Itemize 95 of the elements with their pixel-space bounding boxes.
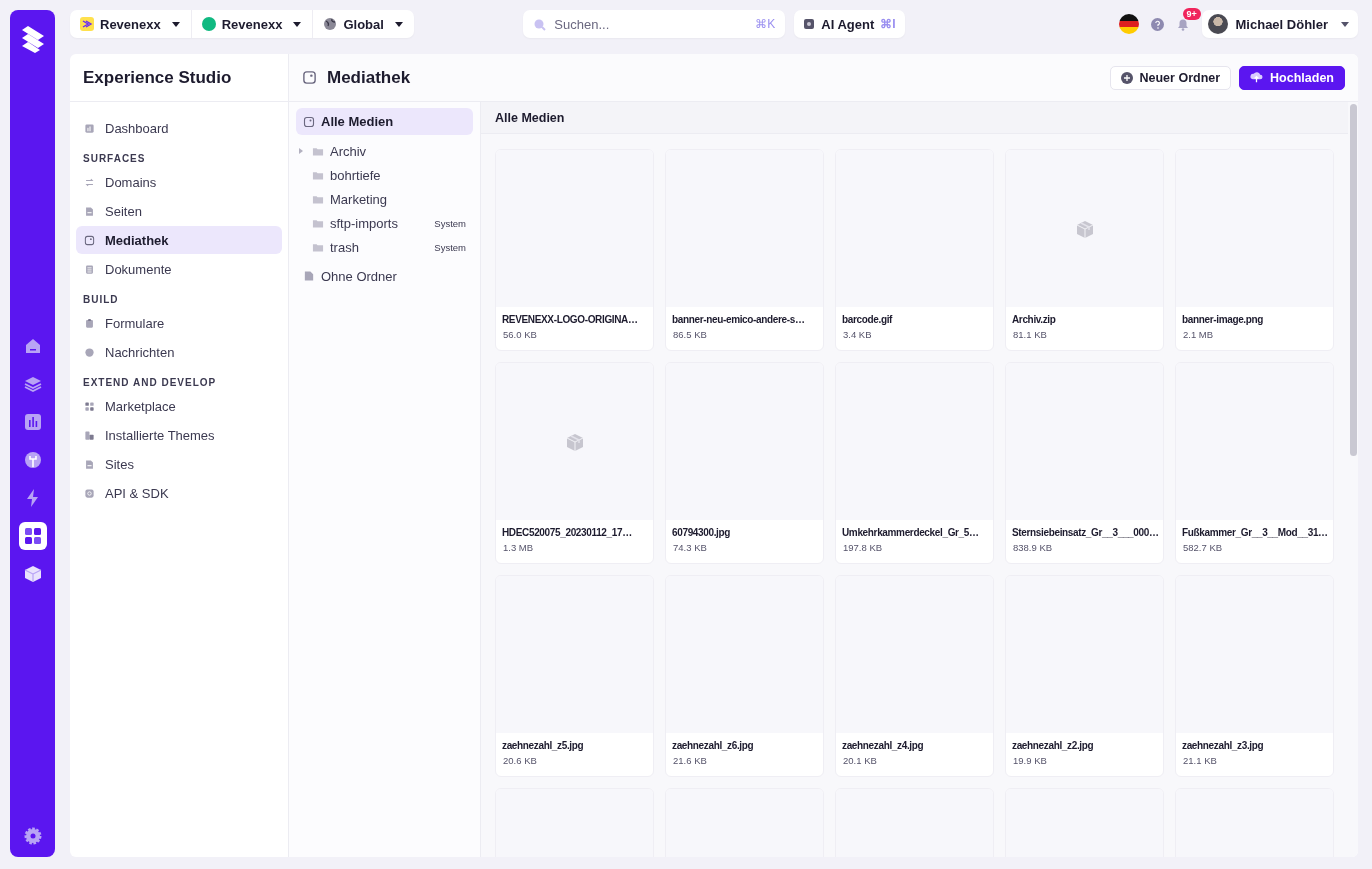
file-card[interactable]: Fußkammer_Gr__3__Mod__31… 582.7 KB (1175, 362, 1334, 564)
file-card[interactable]: REVENEXX-LOGO-ORIGINA… 56.0 KB (495, 149, 654, 351)
page-title: Mediathek (327, 67, 411, 88)
nav-item[interactable]: Nachrichten (76, 338, 282, 366)
plug-icon (22, 450, 43, 470)
search-field[interactable]: Suchen... ⌘K (523, 10, 786, 38)
image-icon (302, 70, 317, 85)
file-card[interactable]: Sternsiebeinsatz_Gr__3___000… 838.9 KB (1005, 362, 1164, 564)
file-card[interactable]: zaehnezahl_z3.jpg 21.1 KB (1175, 575, 1334, 777)
document-icon (84, 263, 95, 275)
api-icon (84, 487, 95, 499)
german-flag-icon[interactable] (1118, 14, 1139, 34)
nav-item[interactable]: API & SDK (76, 479, 282, 507)
folder-item[interactable]: sftp-imports System (296, 211, 473, 235)
nav-item[interactable]: Domains (76, 168, 282, 196)
folder-icon (312, 169, 324, 181)
image-icon (84, 234, 95, 246)
expand-arrow-icon (298, 147, 304, 155)
caret-icon (1340, 20, 1350, 28)
file-card[interactable]: 60794300.jpg 74.3 KB (665, 362, 824, 564)
folder-item[interactable]: trash System (296, 235, 473, 259)
logo-icon (80, 17, 94, 31)
chart-icon (84, 122, 95, 134)
nav-item[interactable]: Installierte Themes (76, 421, 282, 449)
bar-chart-icon (22, 412, 43, 432)
folder-item[interactable]: Marketing (296, 187, 473, 211)
file-card[interactable]: zaehnezahl_z6.jpg 21.6 KB (665, 575, 824, 777)
user-menu[interactable]: Michael Döhler (1201, 10, 1358, 38)
folder-icon (312, 193, 324, 205)
rail-button[interactable] (18, 522, 47, 550)
package-icon (1074, 218, 1095, 239)
ai-agent-button[interactable]: AI Agent ⌘I (794, 10, 905, 38)
grid-icon (84, 400, 95, 412)
folder-item[interactable]: Ohne Ordner (296, 264, 473, 288)
avatar (1207, 14, 1228, 34)
caret-icon (292, 20, 303, 28)
file-card[interactable]: zaehnezahl_z4.jpg 20.1 KB (835, 575, 994, 777)
folder-item[interactable]: bohrtiefe (296, 163, 473, 187)
nav-item[interactable]: Dokumente (76, 255, 282, 283)
file-card[interactable]: Archiv.zip 81.1 KB (1005, 149, 1164, 351)
system-tag: System (434, 217, 466, 229)
section-heading: EXTEND AND DEVELOP (82, 376, 218, 390)
upload-button[interactable]: Hochladen (1239, 65, 1345, 90)
shortcut-hint: ⌘I (880, 17, 896, 31)
file-card[interactable]: Umkehrkammerdeckel_Gr_5… 197.8 KB (835, 362, 994, 564)
help-icon (1150, 17, 1164, 31)
scrollbar[interactable] (1350, 104, 1357, 456)
nav-item[interactable]: Formulare (76, 309, 282, 337)
workspace-dropdown[interactable]: Revenexx (191, 10, 314, 38)
workspace-dropdown[interactable]: Revenexx (70, 10, 192, 38)
layers-icon (22, 374, 43, 394)
clipboard-icon (84, 317, 95, 329)
grid-heading: Alle Medien (481, 102, 1348, 134)
section-heading: SURFACES (82, 152, 147, 166)
caret-icon (393, 20, 404, 28)
folder-item[interactable]: Archiv (296, 139, 473, 163)
plus-circle-icon (1120, 71, 1133, 84)
cloud-upload-icon (1250, 71, 1264, 84)
nav-item[interactable]: Dashboard (76, 114, 282, 142)
caret-icon (170, 20, 181, 28)
workspace-dropdown[interactable]: Global (313, 10, 414, 38)
file-card[interactable]: banner-image.png 2.1 MB (1175, 149, 1334, 351)
folder-icon (312, 145, 324, 157)
nav-item[interactable]: Marketplace (76, 392, 282, 420)
page-icon (84, 205, 95, 217)
file-icon (303, 270, 315, 282)
file-card[interactable]: zaehnezahl_z2.jpg 19.9 KB (1005, 575, 1164, 777)
panel-title: Experience Studio (83, 67, 232, 88)
folder-item[interactable]: Alle Medien (296, 108, 473, 135)
chat-bubble-icon (84, 346, 95, 358)
bell-icon (1175, 17, 1190, 31)
notification-badge: 9+ (1182, 8, 1201, 20)
settings-icon (23, 827, 42, 845)
folder-icon (312, 217, 324, 229)
globe-icon (323, 17, 338, 31)
file-card[interactable]: zaehnezahl_z5.jpg 20.6 KB (495, 575, 654, 777)
nav-item[interactable]: Seiten (76, 197, 282, 225)
file-card[interactable]: HDEC520075_20230112_17… 1.3 MB (495, 362, 654, 564)
nav-item[interactable]: Mediathek (76, 226, 282, 254)
file-card[interactable]: banner-neu-emico-andere-s… 86.5 KB (665, 149, 824, 351)
theme-icon (84, 429, 95, 441)
system-tag: System (434, 241, 466, 253)
search-icon (533, 17, 547, 31)
cube-icon (22, 564, 43, 584)
section-heading: BUILD (82, 293, 120, 307)
package-icon (564, 431, 585, 452)
file-card[interactable]: barcode.gif 3.4 KB (835, 149, 994, 351)
arrows-icon (84, 176, 95, 188)
new-folder-button[interactable]: Neuer Ordner (1109, 65, 1232, 90)
image-icon (303, 115, 315, 128)
grid-icon (22, 526, 43, 546)
folder-icon (312, 241, 324, 253)
page-icon (84, 458, 95, 470)
nav-item[interactable]: Sites (76, 450, 282, 478)
shortcut-hint: ⌘K (755, 17, 776, 31)
